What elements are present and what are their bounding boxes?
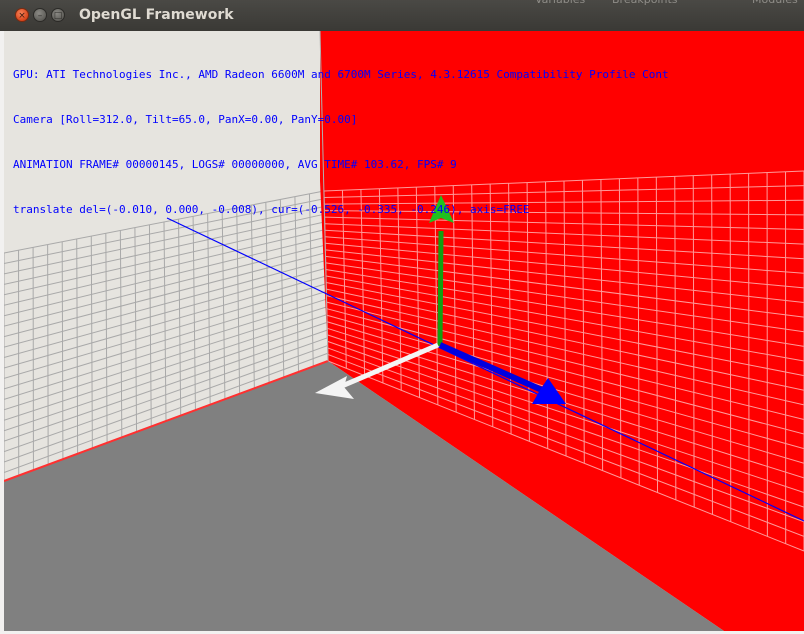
close-button[interactable]: × (15, 8, 29, 22)
hud-animation-line: ANIMATION FRAME# 00000145, LOGS# 0000000… (13, 158, 457, 171)
minimize-button[interactable]: – (33, 8, 47, 22)
title-bar[interactable]: × – □ OpenGL Framework Variables Breakpo… (0, 0, 804, 32)
gl-canvas[interactable]: GPU: ATI Technologies Inc., AMD Radeon 6… (4, 31, 804, 631)
maximize-button[interactable]: □ (51, 8, 65, 22)
background-tab-variables: Variables (535, 0, 585, 25)
hud-gpu-line: GPU: ATI Technologies Inc., AMD Radeon 6… (13, 68, 669, 81)
y-axis-arrow-shaft (437, 230, 444, 347)
app-window: × – □ OpenGL Framework Variables Breakpo… (0, 0, 804, 634)
background-tab-modules: Modules (752, 0, 798, 25)
grid-line (729, 174, 732, 522)
window-title: OpenGL Framework (79, 7, 234, 23)
hud-translate-line: translate del=(-0.010, 0.000, -0.008), c… (13, 203, 530, 216)
hud-overlay: GPU: ATI Technologies Inc., AMD Radeon 6… (13, 37, 669, 247)
hud-camera-line: Camera [Roll=312.0, Tilt=65.0, PanX=0.00… (13, 113, 358, 126)
background-tab-breakpoints: Breakpoints (612, 0, 678, 25)
